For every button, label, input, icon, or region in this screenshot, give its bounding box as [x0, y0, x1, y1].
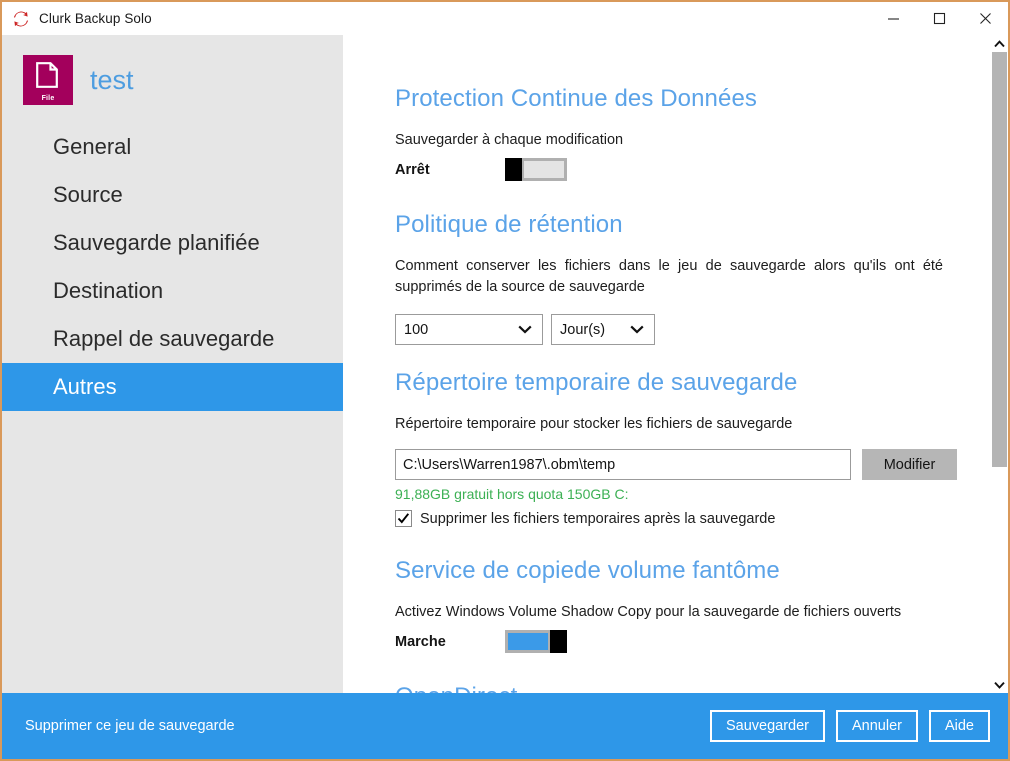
save-button[interactable]: Sauvegarder — [709, 710, 825, 742]
temp-directory-input[interactable] — [395, 449, 851, 481]
retention-controls: 100 Jour(s) — [395, 314, 991, 346]
toggle-track — [521, 158, 567, 182]
sync-refresh-icon — [12, 10, 30, 28]
section-title-continuous-data-protection: Protection Continue des Données — [395, 85, 757, 112]
minimize-icon[interactable] — [870, 2, 916, 35]
vss-description: Activez Windows Volume Shadow Copy pour … — [395, 604, 902, 621]
scrollbar-thumb[interactable] — [992, 52, 1007, 467]
delete-temp-files-row: Supprimer les fichiers temporaires après… — [395, 510, 991, 528]
document-glyph-icon — [36, 62, 58, 88]
vertical-scrollbar[interactable] — [991, 35, 1008, 693]
sidebar-item-backup-reminder[interactable]: Rappel de sauvegarde — [2, 315, 343, 363]
vss-toggle-label: Marche — [395, 633, 446, 650]
retention-count-select[interactable]: 100 — [395, 314, 543, 346]
sidebar: File test General Source Sauvegarde plan… — [2, 35, 343, 693]
scrollbar-track[interactable] — [992, 52, 1007, 676]
retention-unit-select[interactable]: Jour(s) — [551, 314, 655, 346]
chevron-down-icon[interactable] — [991, 676, 1008, 693]
toggle-track — [505, 630, 551, 654]
title-bar: Clurk Backup Solo — [2, 2, 1008, 35]
application-window: Clurk Backup Solo File test General Sour… — [0, 0, 1010, 761]
free-space-quota-text: 91,88GB gratuit hors quota 150GB C: — [395, 486, 629, 503]
cdp-toggle-label: Arrêt — [395, 161, 430, 178]
sidebar-item-scheduled-backup[interactable]: Sauvegarde planifiée — [2, 219, 343, 267]
sidebar-item-destination[interactable]: Destination — [2, 267, 343, 315]
close-icon[interactable] — [962, 2, 1008, 35]
delete-backup-set-link[interactable]: Supprimer ce jeu de sauvegarde — [25, 718, 235, 734]
cdp-toggle-row: Arrêt — [395, 158, 991, 182]
maximize-icon[interactable] — [916, 2, 962, 35]
window-body: File test General Source Sauvegarde plan… — [2, 35, 1008, 693]
footer-actions: Sauvegarder Annuler Aide — [709, 710, 990, 742]
sidebar-item-others[interactable]: Autres — [2, 363, 343, 411]
sidebar-item-source[interactable]: Source — [2, 171, 343, 219]
section-title-temporary-directory: Répertoire temporaire de sauvegarde — [395, 369, 798, 397]
cancel-button[interactable]: Annuler — [835, 710, 918, 742]
temp-dir-controls: Modifier — [395, 449, 991, 481]
section-title-retention-policy: Politique de rétention — [395, 211, 623, 239]
delete-temp-files-checkbox[interactable] — [395, 510, 412, 528]
window-controls — [870, 2, 1008, 35]
backup-set-name: test — [90, 64, 134, 95]
window-title: Clurk Backup Solo — [39, 11, 152, 26]
settings-scroll-content: Protection Continue des Données Sauvegar… — [343, 35, 991, 693]
vss-toggle-row: Marche — [395, 630, 991, 654]
section-title-volume-shadow-copy: Service de copiede volume fantôme — [395, 557, 780, 585]
retention-count-value: 100 — [404, 321, 429, 338]
backup-set-profile: File test — [2, 35, 343, 111]
toggle-knob — [550, 630, 567, 654]
file-icon-label: File — [41, 95, 55, 102]
cdp-description: Sauvegarder à chaque modification — [395, 132, 624, 148]
file-type-icon: File — [23, 55, 73, 105]
vss-toggle-switch[interactable] — [505, 630, 567, 654]
modify-button[interactable]: Modifier — [862, 449, 957, 481]
retention-description: Comment conserver les fichiers dans le j… — [395, 258, 943, 296]
chevron-up-icon[interactable] — [991, 35, 1008, 52]
cdp-toggle-switch[interactable] — [505, 158, 567, 182]
delete-temp-files-label: Supprimer les fichiers temporaires après… — [420, 510, 776, 527]
retention-unit-value: Jour(s) — [560, 321, 606, 338]
sidebar-item-general[interactable]: General — [2, 123, 343, 171]
toggle-knob — [505, 158, 522, 182]
help-button[interactable]: Aide — [928, 710, 990, 742]
content-area: Protection Continue des Données Sauvegar… — [343, 35, 1008, 693]
footer-bar: Supprimer ce jeu de sauvegarde Sauvegard… — [2, 693, 1008, 759]
sidebar-nav: General Source Sauvegarde planifiée Dest… — [2, 123, 343, 411]
chevron-down-icon — [518, 322, 532, 338]
section-title-opendirect: OpenDirect — [395, 683, 991, 693]
chevron-down-icon — [630, 322, 644, 338]
temp-dir-description: Répertoire temporaire pour stocker les f… — [395, 416, 793, 433]
